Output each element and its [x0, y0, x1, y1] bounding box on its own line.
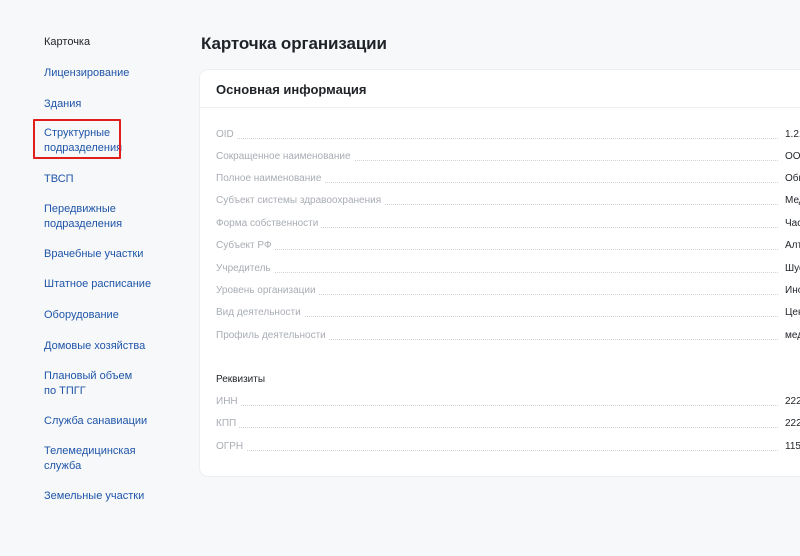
sidebar-item-mobile-units[interactable]: Передвижные подразделения: [44, 202, 134, 231]
leader-dots: [216, 272, 778, 273]
card-divider: [200, 107, 800, 108]
sidebar-item-tvsp[interactable]: ТВСП: [44, 172, 164, 187]
sidebar-item-telemedicine[interactable]: Телемедицинская служба: [44, 444, 136, 473]
sidebar-item-air-ambulance[interactable]: Служба санавиации: [44, 414, 164, 429]
info-label: ОГРН: [216, 441, 247, 452]
main-info-card: Основная информация OID 1.2. Сокращенное…: [200, 70, 800, 476]
info-row-short-name: Сокращенное наименование ООО: [216, 151, 800, 165]
info-label: КПП: [216, 418, 240, 429]
leader-dots: [216, 427, 778, 428]
info-row-founder: Учредитель Шус: [216, 263, 800, 277]
info-label: Форма собственности: [216, 218, 322, 229]
leader-dots: [216, 138, 778, 139]
info-row-oid: OID 1.2.: [216, 129, 800, 143]
info-label: Сокращенное наименование: [216, 151, 354, 162]
info-label: Субъект системы здравоохранения: [216, 195, 385, 206]
info-label: ИНН: [216, 396, 241, 407]
info-value: 115: [783, 441, 800, 452]
info-value: Общ: [783, 173, 800, 184]
info-label: Уровень организации: [216, 285, 319, 296]
info-value: 222: [783, 396, 800, 407]
page-title: Карточка организации: [201, 34, 387, 53]
leader-dots: [216, 405, 778, 406]
info-row-ownership-form: Форма собственности Час: [216, 218, 800, 232]
sidebar-nav: Карточка Лицензирование Здания Структурн…: [0, 0, 170, 556]
info-value: 222: [783, 418, 800, 429]
info-row-full-name: Полное наименование Общ: [216, 173, 800, 187]
selection-highlight-box: [33, 119, 121, 159]
info-label: Профиль деятельности: [216, 330, 329, 341]
requisite-row-kpp: КПП 222: [216, 418, 800, 432]
requisites-heading: Реквизиты: [216, 374, 266, 385]
info-value: ООО: [783, 151, 800, 162]
info-value: Шус: [783, 263, 800, 274]
sidebar-item-buildings[interactable]: Здания: [44, 97, 164, 112]
info-value: мед: [783, 330, 800, 341]
card-title: Основная информация: [216, 82, 367, 97]
sidebar-item-card[interactable]: Карточка: [44, 35, 164, 50]
sidebar-item-equipment[interactable]: Оборудование: [44, 308, 164, 323]
info-value: Час: [783, 218, 800, 229]
info-label: Вид деятельности: [216, 307, 304, 318]
info-row-activity-profile: Профиль деятельности мед: [216, 330, 800, 344]
sidebar-item-medical-districts[interactable]: Врачебные участки: [44, 247, 164, 262]
sidebar-item-licensing[interactable]: Лицензирование: [44, 66, 164, 81]
info-value: Цен: [783, 307, 800, 318]
info-row-organization-level: Уровень организации Ино: [216, 285, 800, 299]
sidebar-item-planned-volume[interactable]: Плановый объем по ТПГГ: [44, 369, 144, 398]
info-row-activity-type: Вид деятельности Цен: [216, 307, 800, 321]
info-value: Ино: [783, 285, 800, 296]
info-value: 1.2.: [783, 129, 800, 140]
requisite-row-inn: ИНН 222: [216, 396, 800, 410]
info-value: Мед: [783, 195, 800, 206]
info-row-health-system-subject: Субъект системы здравоохранения Мед: [216, 195, 800, 209]
info-label: Полное наименование: [216, 173, 325, 184]
info-row-federal-subject: Субъект РФ Алт: [216, 240, 800, 254]
requisite-row-ogrn: ОГРН 115: [216, 441, 800, 455]
sidebar-item-households[interactable]: Домовые хозяйства: [44, 339, 164, 354]
info-label: OID: [216, 129, 237, 140]
leader-dots: [216, 450, 778, 451]
info-label: Учредитель: [216, 263, 274, 274]
info-label: Субъект РФ: [216, 240, 275, 251]
sidebar-item-staff-schedule[interactable]: Штатное расписание: [44, 277, 164, 292]
sidebar-item-land-plots[interactable]: Земельные участки: [44, 489, 164, 504]
info-value: Алт: [783, 240, 800, 251]
leader-dots: [216, 249, 778, 250]
